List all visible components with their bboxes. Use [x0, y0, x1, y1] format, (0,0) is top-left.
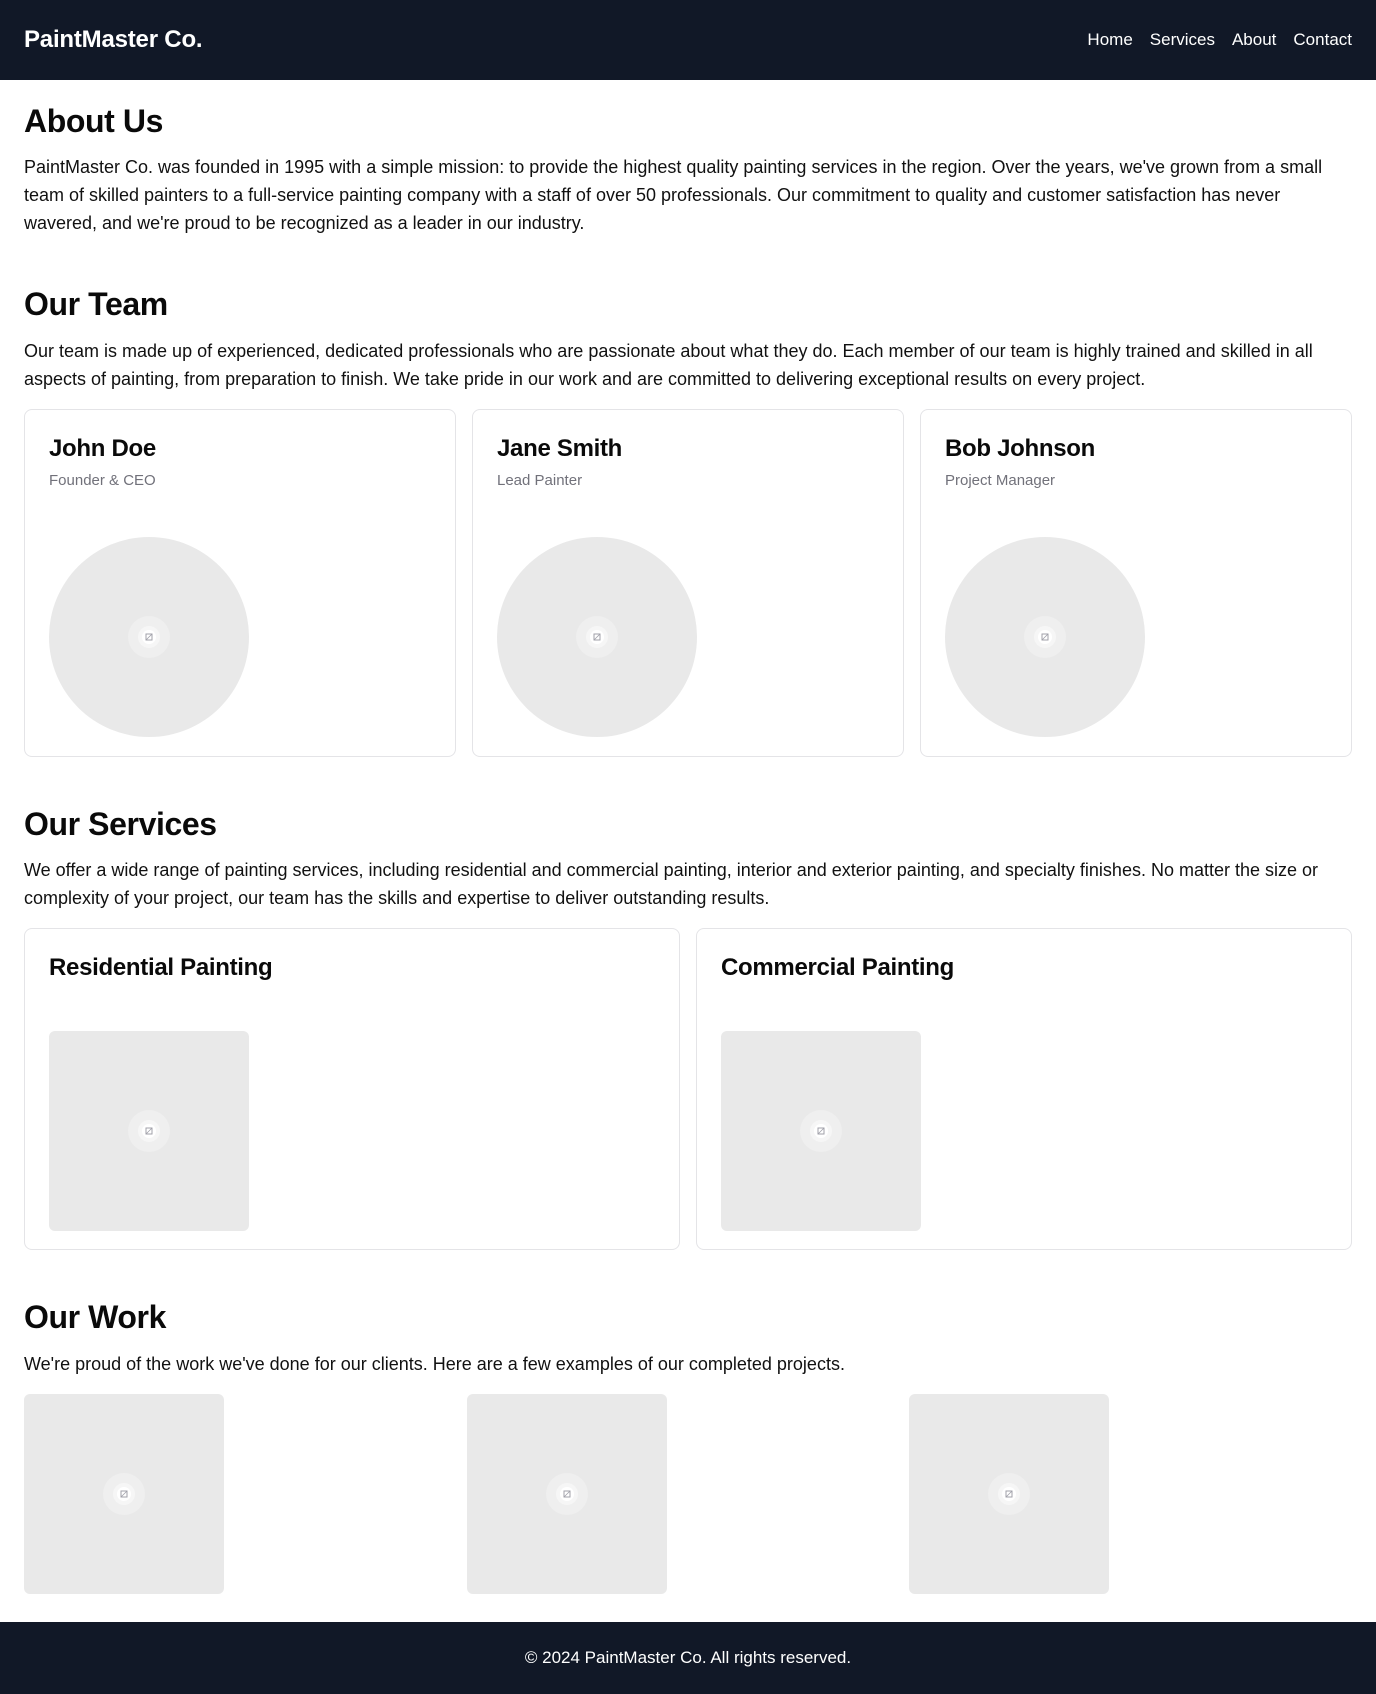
- site-footer: © 2024 PaintMaster Co. All rights reserv…: [0, 1622, 1376, 1694]
- main-nav: Home Services About Contact: [1087, 30, 1352, 50]
- member-role: Founder & CEO: [49, 471, 156, 489]
- site-header: PaintMaster Co. Home Services About Cont…: [0, 0, 1376, 80]
- service-card-commercial: Commercial Painting: [696, 928, 1352, 1251]
- image-placeholder-icon: [800, 1110, 842, 1153]
- nav-contact[interactable]: Contact: [1293, 30, 1352, 50]
- team-card-john-doe: John Doe Founder & CEO: [24, 408, 456, 757]
- team-section: Our Team Our team is made up of experien…: [24, 285, 1352, 757]
- brand-logo[interactable]: PaintMaster Co.: [24, 26, 203, 54]
- services-section: Our Services We offer a wide range of pa…: [24, 805, 1352, 1251]
- member-role: Lead Painter: [497, 471, 583, 489]
- image-placeholder-icon: [988, 1472, 1031, 1515]
- work-text: We're proud of the work we've done for o…: [24, 1353, 845, 1374]
- work-image[interactable]: [24, 1393, 224, 1594]
- about-section: About Us PaintMaster Co. was founded in …: [24, 80, 1352, 237]
- team-title: Our Team: [24, 286, 168, 323]
- image-placeholder-icon: [103, 1472, 145, 1515]
- team-card-jane-smith: Jane Smith Lead Painter: [472, 408, 904, 757]
- nav-about[interactable]: About: [1232, 30, 1276, 50]
- service-name: Residential Painting: [49, 954, 273, 982]
- member-photo: [497, 536, 697, 737]
- member-photo: [49, 536, 249, 737]
- image-placeholder-icon: [545, 1472, 588, 1515]
- work-item: [466, 1393, 910, 1594]
- team-cards: John Doe Founder & CEO Jane Smith Lead P…: [24, 408, 1352, 757]
- services-title: Our Services: [24, 805, 217, 842]
- member-photo: [945, 536, 1145, 737]
- about-title: About Us: [24, 103, 164, 139]
- work-title: Our Work: [24, 1299, 167, 1336]
- nav-services[interactable]: Services: [1150, 30, 1215, 50]
- service-name: Commercial Painting: [721, 954, 955, 982]
- work-section: Our Work We're proud of the work we've d…: [24, 1298, 1352, 1594]
- work-image[interactable]: [909, 1393, 1110, 1594]
- work-gallery: [24, 1393, 1352, 1594]
- service-image: [49, 1031, 249, 1232]
- footer-copyright: © 2024 PaintMaster Co. All rights reserv…: [524, 1648, 852, 1667]
- member-name: Jane Smith: [497, 434, 623, 462]
- work-image[interactable]: [466, 1393, 667, 1594]
- team-text: Our team is made up of experienced, dedi…: [24, 340, 1313, 389]
- work-item: [909, 1393, 1352, 1594]
- image-placeholder-icon: [128, 615, 170, 658]
- services-text: We offer a wide range of painting servic…: [24, 860, 1319, 909]
- service-cards: Residential Painting Commercial Painting: [24, 928, 1352, 1251]
- about-text: PaintMaster Co. was founded in 1995 with…: [24, 157, 1323, 234]
- image-placeholder-icon: [128, 1110, 170, 1153]
- member-role: Project Manager: [945, 471, 1056, 489]
- nav-home[interactable]: Home: [1087, 30, 1132, 50]
- member-name: Bob Johnson: [945, 434, 1096, 462]
- work-item: [24, 1393, 467, 1594]
- image-placeholder-icon: [576, 615, 618, 658]
- service-image: [721, 1031, 921, 1232]
- main-content: About Us PaintMaster Co. was founded in …: [0, 80, 1376, 1594]
- service-card-residential: Residential Painting: [24, 928, 680, 1251]
- member-name: John Doe: [49, 434, 156, 462]
- team-card-bob-johnson: Bob Johnson Project Manager: [920, 408, 1352, 757]
- image-placeholder-icon: [1024, 615, 1066, 658]
